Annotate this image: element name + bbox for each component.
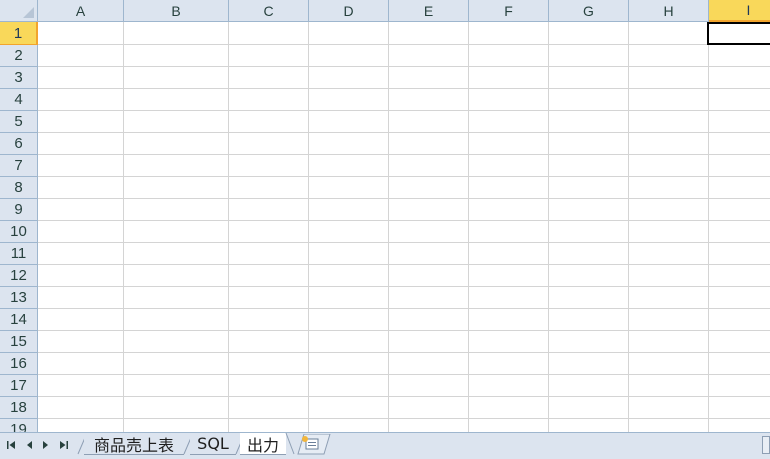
gridline-vertical xyxy=(628,22,629,432)
active-cell-selection[interactable] xyxy=(707,22,770,45)
column-header-g[interactable]: G xyxy=(549,0,629,22)
gridline-horizontal xyxy=(38,132,770,133)
gridline-horizontal xyxy=(38,88,770,89)
row-header-15[interactable]: 15 xyxy=(0,331,38,353)
horizontal-scroll-split-handle[interactable] xyxy=(762,436,770,454)
gridline-horizontal xyxy=(38,352,770,353)
gridline-vertical xyxy=(308,22,309,432)
column-header-b[interactable]: B xyxy=(124,0,229,22)
column-header-a[interactable]: A xyxy=(38,0,124,22)
row-header-1[interactable]: 1 xyxy=(0,22,38,45)
select-all-corner[interactable] xyxy=(0,0,38,22)
row-header-3[interactable]: 3 xyxy=(0,67,38,89)
gridline-vertical xyxy=(228,22,229,432)
gridline-horizontal xyxy=(38,418,770,419)
row-header-7[interactable]: 7 xyxy=(0,155,38,177)
gridline-vertical xyxy=(468,22,469,432)
sheet-tab-output[interactable]: 出力 xyxy=(240,433,286,455)
row-header-10[interactable]: 10 xyxy=(0,221,38,243)
next-sheet-icon[interactable] xyxy=(38,437,52,453)
row-header-4[interactable]: 4 xyxy=(0,89,38,111)
row-header-5[interactable]: 5 xyxy=(0,111,38,133)
gridline-horizontal xyxy=(38,154,770,155)
sheet-tab-sql[interactable]: SQL xyxy=(190,433,236,455)
gridline-horizontal xyxy=(38,220,770,221)
gridline-vertical xyxy=(708,22,709,432)
column-header-c[interactable]: C xyxy=(229,0,309,22)
gridline-horizontal xyxy=(38,330,770,331)
row-header-19[interactable]: 19 xyxy=(0,419,38,432)
gridline-vertical xyxy=(548,22,549,432)
gridline-vertical xyxy=(388,22,389,432)
gridline-horizontal xyxy=(38,44,770,45)
row-header-13[interactable]: 13 xyxy=(0,287,38,309)
column-header-f[interactable]: F xyxy=(469,0,549,22)
row-header-12[interactable]: 12 xyxy=(0,265,38,287)
last-sheet-icon[interactable] xyxy=(56,437,70,453)
select-all-triangle-icon xyxy=(23,7,34,18)
gridline-horizontal xyxy=(38,286,770,287)
prev-sheet-icon[interactable] xyxy=(22,437,36,453)
row-header-11[interactable]: 11 xyxy=(0,243,38,265)
gridline-horizontal xyxy=(38,264,770,265)
row-header-16[interactable]: 16 xyxy=(0,353,38,375)
column-header-h[interactable]: H xyxy=(629,0,709,22)
column-header-e[interactable]: E xyxy=(389,0,469,22)
insert-sheet-icon[interactable] xyxy=(292,434,332,455)
first-sheet-icon[interactable] xyxy=(4,437,18,453)
gridline-vertical xyxy=(123,22,124,432)
gridline-horizontal xyxy=(38,198,770,199)
column-header-i[interactable]: I xyxy=(709,0,770,22)
gridline-horizontal xyxy=(38,176,770,177)
row-header-9[interactable]: 9 xyxy=(0,199,38,221)
gridline-horizontal xyxy=(38,396,770,397)
gridline-horizontal xyxy=(38,242,770,243)
status-strip xyxy=(0,455,770,459)
row-header-8[interactable]: 8 xyxy=(0,177,38,199)
row-header-6[interactable]: 6 xyxy=(0,133,38,155)
row-header-18[interactable]: 18 xyxy=(0,397,38,419)
sheet-tab-shohin-uriage[interactable]: 商品売上表 xyxy=(84,433,184,455)
row-header-17[interactable]: 17 xyxy=(0,375,38,397)
gridline-horizontal xyxy=(38,308,770,309)
column-header-d[interactable]: D xyxy=(309,0,389,22)
row-header-14[interactable]: 14 xyxy=(0,309,38,331)
gridline-horizontal xyxy=(38,110,770,111)
row-header-2[interactable]: 2 xyxy=(0,45,38,67)
gridline-horizontal xyxy=(38,374,770,375)
gridline-horizontal xyxy=(38,66,770,67)
worksheet[interactable]: A B C D E F G H I 1 2 3 4 5 6 7 8 9 10 1… xyxy=(0,0,770,432)
